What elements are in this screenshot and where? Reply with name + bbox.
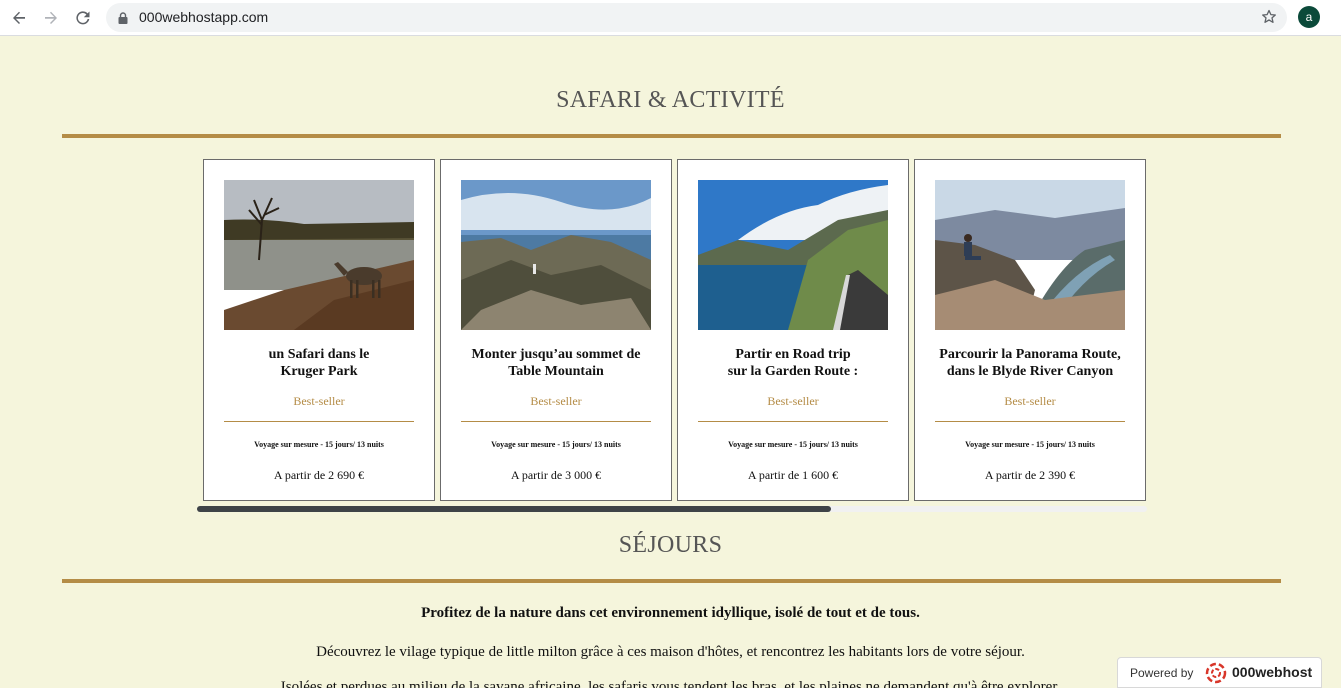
powered-by-badge[interactable]: Powered by 000webhost [1117,657,1322,688]
section-divider [62,579,1281,583]
safari-card[interactable]: Monter jusqu’au sommet de Table Mountain… [440,159,672,501]
trip-price: A partir de 1 600 € [747,468,839,482]
safari-section-title: SAFARI & ACTIVITÉ [556,87,785,113]
address-bar[interactable]: 000webhostapp.com [106,3,1287,32]
card-title-line-1: un Safari dans le [268,347,370,362]
card-title[interactable]: Partir en Road trip sur la Garden Route … [688,346,898,380]
card-title[interactable]: Monter jusqu’au sommet de Table Mountain [451,346,661,380]
card-photo-table-mountain [461,180,651,330]
url-text: 000webhostapp.com [139,9,269,25]
safari-card[interactable]: un Safari dans le Kruger Park Best-selle… [203,159,435,501]
best-seller-badge: Best-seller [293,394,345,408]
sejours-intro-heading: Profitez de la nature dans cet environne… [421,605,920,621]
card-title-line-2: Table Mountain [508,364,604,379]
powered-by-brand: 000webhost [1232,664,1313,680]
trip-price: A partir de 2 390 € [984,468,1076,482]
reload-icon[interactable] [71,6,95,30]
profile-avatar[interactable]: a [1298,6,1320,28]
best-seller-badge: Best-seller [530,394,582,408]
card-divider [224,421,414,422]
card-divider [461,421,651,422]
card-title[interactable]: Parcourir la Panorama Route, dans le Bly… [925,346,1135,380]
carousel-scrollbar-thumb[interactable] [197,506,831,512]
card-divider [935,421,1125,422]
trip-price: A partir de 2 690 € [273,468,365,482]
trip-duration: Voyage sur mesure - 15 jours/ 13 nuits [491,440,621,449]
trip-price: A partir de 3 000 € [510,468,602,482]
card-photo-garden-route [698,180,888,330]
card-title-line-2: Kruger Park [280,364,358,379]
safari-card[interactable]: Partir en Road trip sur la Garden Route … [677,159,909,501]
card-divider [698,421,888,422]
card-photo-blyde-canyon [935,180,1125,330]
sejours-section-title: SÉJOURS [618,532,723,558]
star-icon[interactable] [1261,9,1277,30]
card-title-line-2: dans le Blyde River Canyon [946,364,1114,379]
safari-card[interactable]: Parcourir la Panorama Route, dans le Bly… [914,159,1146,501]
card-title-line-1: Partir en Road trip [735,347,851,362]
back-arrow-icon[interactable] [7,6,31,30]
000webhost-logo-icon [1204,662,1228,688]
card-title-line-1: Parcourir la Panorama Route, [939,347,1121,362]
forward-arrow-icon[interactable] [39,6,63,30]
best-seller-badge: Best-seller [1004,394,1056,408]
browser-toolbar: 000webhostapp.com a [0,0,1341,36]
section-divider [62,134,1281,138]
card-title-line-1: Monter jusqu’au sommet de [471,347,641,362]
trip-duration: Voyage sur mesure - 15 jours/ 13 nuits [728,440,858,449]
trip-duration: Voyage sur mesure - 15 jours/ 13 nuits [254,440,384,449]
card-title[interactable]: un Safari dans le Kruger Park [214,346,424,380]
best-seller-badge: Best-seller [767,394,819,408]
lock-icon [118,11,128,29]
card-photo-kudu [224,180,414,330]
trip-duration: Voyage sur mesure - 15 jours/ 13 nuits [965,440,1095,449]
card-title-line-2: sur la Garden Route : [727,364,859,379]
powered-by-label: Powered by [1130,666,1194,680]
